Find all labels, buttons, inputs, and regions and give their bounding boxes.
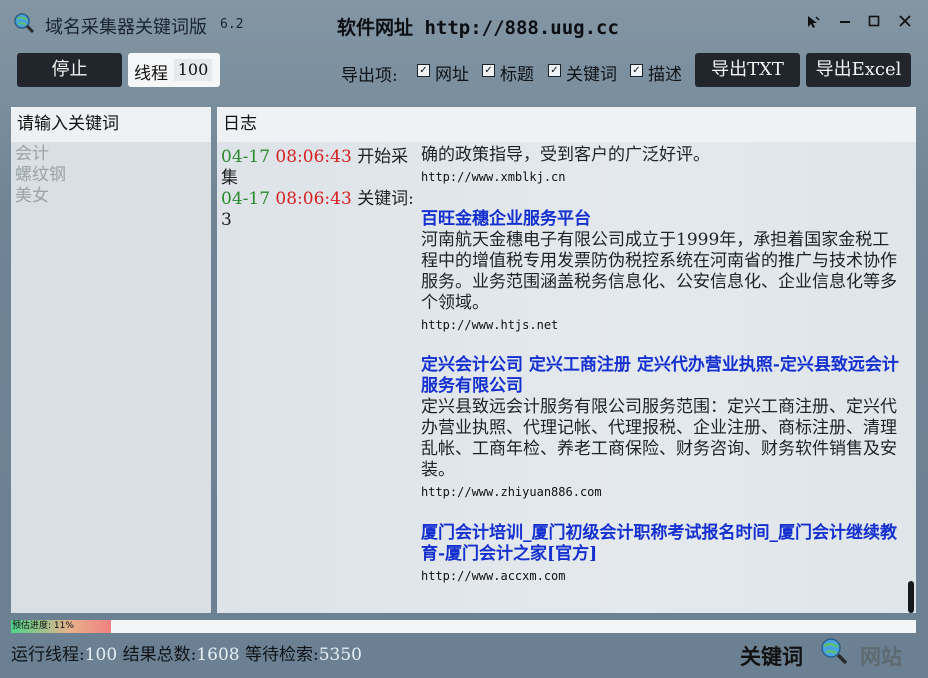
progress-bar: 预估进度: 11% bbox=[11, 620, 916, 633]
magnifier-globe-icon bbox=[14, 13, 35, 34]
checkbox-keyword[interactable]: ✓ 关键词 bbox=[548, 60, 622, 85]
keywords-input[interactable]: 会计 螺纹钢 美女 bbox=[11, 142, 211, 207]
pending-value: 5350 bbox=[318, 645, 362, 665]
total-results-label: 结果总数: bbox=[122, 645, 197, 665]
result-title[interactable]: 定兴会计公司 定兴工商注册 定兴代办营业执照-定兴县致远会计服务有限公司 bbox=[421, 355, 901, 397]
running-threads-label: 运行线程: bbox=[11, 645, 85, 665]
log-entry: 04-17 08:06:43 开始采集 bbox=[221, 147, 409, 188]
result-item: 定兴会计公司 定兴工商注册 定兴代办营业执照-定兴县致远会计服务有限公司 定兴县… bbox=[421, 355, 901, 499]
result-url[interactable]: http://www.zhiyuan886.com bbox=[421, 485, 901, 499]
result-desc: 河南航天金穗电子有限公司成立于1999年，承担着国家金税工程中的增值税专用发票防… bbox=[421, 230, 897, 313]
keywords-panel: 请输入关键词 会计 螺纹钢 美女 bbox=[11, 107, 211, 613]
pending-label: 等待检索: bbox=[245, 645, 319, 665]
app-title: 域名采集器关键词版 bbox=[45, 17, 207, 38]
result-title[interactable]: 百旺金穗企业服务平台 bbox=[421, 209, 901, 230]
log-entry: 04-17 08:06:43 关键词: 3 bbox=[221, 189, 414, 230]
close-icon[interactable] bbox=[896, 14, 914, 32]
minimize-icon[interactable] bbox=[836, 14, 854, 32]
export-options-label: 导出项: bbox=[341, 66, 398, 86]
check-icon: ✓ bbox=[548, 64, 561, 77]
thread-label: 线程 bbox=[134, 64, 168, 84]
total-results-value: 1608 bbox=[196, 645, 240, 665]
app-window: 域名采集器关键词版 6.2 软件网址 http://888.uug.cc 停止 … bbox=[0, 0, 928, 678]
result-item-partial: 确的政策指导，受到客户的广泛好评。 http://www.xmblkj.cn bbox=[421, 145, 901, 184]
status-bar: 运行线程:100 结果总数:1608 等待检索:5350 bbox=[11, 640, 362, 665]
checkbox-url[interactable]: ✓ 网址 bbox=[417, 60, 473, 85]
checkbox-description[interactable]: ✓ 描述 bbox=[630, 60, 686, 85]
check-icon: ✓ bbox=[417, 64, 430, 77]
export-txt-button[interactable]: 导出TXT bbox=[695, 53, 800, 87]
brand-keyword-text: 关键词 bbox=[740, 645, 803, 669]
checkbox-title[interactable]: ✓ 标题 bbox=[482, 60, 538, 85]
site-url-text: 软件网址 http://888.uug.cc bbox=[337, 17, 619, 39]
thread-count-box: 线程 100 bbox=[128, 53, 220, 87]
result-desc: 确的政策指导，受到客户的广泛好评。 bbox=[421, 145, 710, 165]
cursor-mode-icon[interactable] bbox=[804, 14, 822, 32]
title-bar: 域名采集器关键词版 6.2 软件网址 http://888.uug.cc bbox=[0, 0, 928, 46]
check-icon: ✓ bbox=[630, 64, 643, 77]
result-url[interactable]: http://www.htjs.net bbox=[421, 318, 901, 332]
result-item: 厦门会计培训_厦门初级会计职称考试报名时间_厦门会计继续教育-厦门会计之家[官方… bbox=[421, 523, 901, 583]
result-url[interactable]: http://www.xmblkj.cn bbox=[421, 170, 901, 184]
result-desc: 定兴县致远会计服务有限公司服务范围：定兴工商注册、定兴代办营业执照、代理记帐、代… bbox=[421, 397, 897, 480]
keyword-item: 会计 bbox=[15, 144, 49, 164]
check-icon: ✓ bbox=[482, 64, 495, 77]
thread-count-input[interactable]: 100 bbox=[174, 59, 212, 81]
keyword-item: 美女 bbox=[15, 186, 49, 206]
magnifier-globe-icon bbox=[821, 638, 848, 665]
stop-button[interactable]: 停止 bbox=[17, 53, 122, 87]
progress-label: 预估进度: 11% bbox=[12, 621, 74, 631]
app-version: 6.2 bbox=[220, 17, 244, 32]
log-list: 04-17 08:06:43 开始采集 04-17 08:06:43 关键词: … bbox=[221, 147, 417, 231]
export-excel-button[interactable]: 导出Excel bbox=[806, 53, 911, 87]
result-title[interactable]: 厦门会计培训_厦门初级会计职称考试报名时间_厦门会计继续教育-厦门会计之家[官方… bbox=[421, 523, 901, 565]
maximize-icon[interactable] bbox=[865, 14, 883, 32]
keywords-header: 请输入关键词 bbox=[11, 107, 211, 142]
log-header: 日志 bbox=[217, 107, 916, 142]
result-item: 百旺金穗企业服务平台 河南航天金穗电子有限公司成立于1999年，承担着国家金税工… bbox=[421, 209, 901, 332]
running-threads-value: 100 bbox=[84, 645, 118, 665]
log-panel: 日志 04-17 08:06:43 开始采集 04-17 08:06:43 关键… bbox=[217, 107, 916, 613]
keyword-item: 螺纹钢 bbox=[15, 165, 66, 185]
result-url[interactable]: http://www.accxm.com bbox=[421, 569, 901, 583]
results-scrollbar[interactable] bbox=[908, 581, 914, 613]
brand-site-text: 网站 bbox=[860, 645, 902, 669]
